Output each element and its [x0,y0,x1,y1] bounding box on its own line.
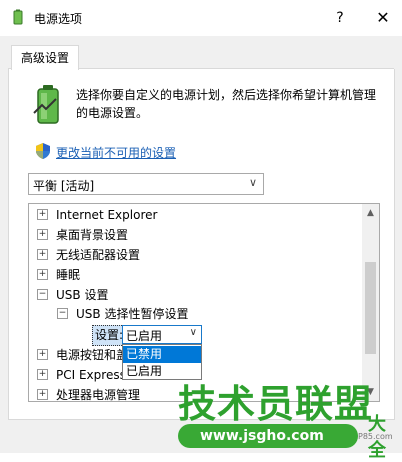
watermark-logo-text: 技术员联盟 [178,382,374,426]
window-title: 电源选项 [34,12,83,26]
power-plan-select[interactable]: 平衡 [活动] ∨ [28,173,264,195]
expand-icon[interactable]: + [37,249,48,260]
battery-app-icon [13,9,23,25]
plan-description: 选择你要自定义的电源计划，然后选择你希望计算机管理的电源设置。 [76,88,377,120]
tree-item-usb-settings[interactable]: − USB 设置 [37,286,108,304]
tree-item-pci-express[interactable]: + PCI Express [37,366,126,384]
collapse-icon[interactable]: − [37,289,48,300]
setting-value-select[interactable]: 已启用 ∨ [122,325,202,344]
tab-advanced-settings[interactable]: 高级设置 [11,45,79,70]
setting-dropdown-list: 已禁用 已启用 [122,344,202,380]
tree-item-internet-explorer[interactable]: + Internet Explorer [37,206,157,224]
dropdown-option-enabled[interactable]: 已启用 [123,363,201,380]
tree-item-processor-power[interactable]: + 处理器电源管理 [37,386,140,401]
help-button[interactable]: ? [328,5,352,31]
setting-value: 已启用 [126,329,163,343]
expand-icon[interactable]: + [37,369,48,380]
scroll-up-icon[interactable]: ▲ [362,205,379,221]
expand-icon[interactable]: + [37,389,48,400]
scrollbar-thumb[interactable] [365,262,376,354]
expand-icon[interactable]: + [37,349,48,360]
expand-icon[interactable]: + [37,269,48,280]
uac-shield-icon [36,143,50,159]
change-unavailable-settings-link[interactable]: 更改当前不可用的设置 [56,144,176,161]
watermark-url: www.jsgho.com [200,428,324,444]
chevron-down-icon: ∨ [248,176,257,189]
dropdown-option-disabled[interactable]: 已禁用 [123,346,201,363]
tree-item-usb-selective-suspend[interactable]: − USB 选择性暂停设置 [57,305,188,323]
tree-item-sleep[interactable]: + 睡眠 [37,266,80,284]
expand-icon[interactable]: + [37,209,48,220]
tree-item-desktop-background[interactable]: + 桌面背景设置 [37,226,128,244]
collapse-icon[interactable]: − [57,308,68,319]
settings-tree[interactable]: + Internet Explorer + 桌面背景设置 + 无线适配器设置 + 睡眠 … [28,203,380,402]
setting-label: 设置: [92,325,127,346]
power-plan-value: 平衡 [活动] [33,179,95,193]
close-button[interactable]: ✕ [370,5,396,31]
expand-icon[interactable]: + [37,229,48,240]
tree-item-power-buttons[interactable]: + 电源按钮和盖 [37,346,128,364]
tree-item-wireless-adapter[interactable]: + 无线适配器设置 [37,246,140,264]
battery-icon [33,85,59,124]
chevron-down-icon: ∨ [189,327,197,338]
watermark-small-text: P85.com [358,432,393,441]
